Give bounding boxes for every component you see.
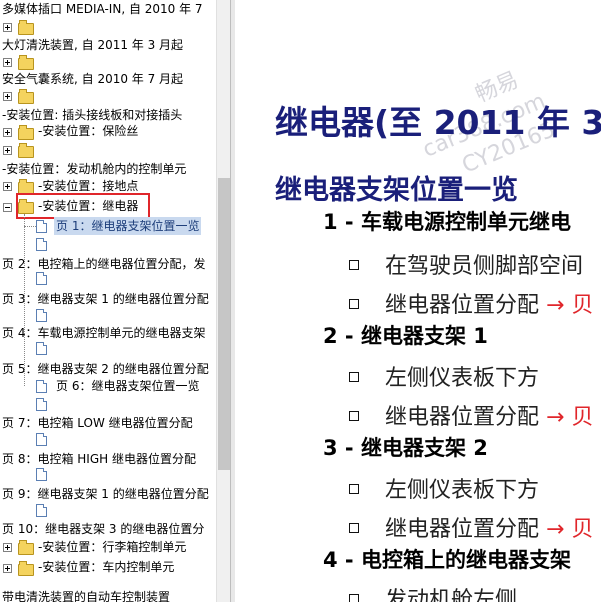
tree-item-cleaning-device[interactable]: 带电清洗装置的自动车控制装置 — [2, 588, 170, 602]
tree-item-page-2[interactable]: 页 2：电控箱上的继电器位置分配，发 — [2, 255, 205, 273]
folder-icon — [18, 20, 34, 35]
tree-item-page-1[interactable]: 页 1：继电器支架位置一览 — [54, 217, 202, 235]
expand-icon[interactable] — [3, 564, 12, 573]
page-icon — [36, 468, 47, 481]
section-heading: 4 - 电控箱上的继电器支架 — [323, 548, 571, 572]
bullet-icon — [349, 372, 359, 382]
section-heading: 2 - 继电器支架 1 — [323, 324, 488, 348]
folder-icon — [18, 561, 34, 576]
folder-icon — [18, 143, 34, 158]
collapse-icon[interactable] — [3, 203, 12, 212]
bullet-icon — [349, 484, 359, 494]
link-arrow[interactable]: → 贝 — [546, 517, 593, 542]
page-icon — [36, 272, 47, 285]
list-item: 继电器位置分配 → 贝 — [349, 287, 593, 319]
tree-item-label: -安装位置：保险丝 — [38, 124, 139, 138]
scrollbar-thumb[interactable] — [218, 178, 230, 470]
tree-item-label: -安装位置：车内控制单元 — [38, 560, 175, 574]
tree-item-label: 页 2：电控箱上的继电器位置分配，发 — [2, 257, 206, 271]
expand-icon[interactable] — [3, 23, 12, 32]
list-item: 继电器位置分配 → 贝 — [349, 511, 593, 543]
tree-item-page-3[interactable]: 页 3：继电器支架 1 的继电器位置分配 — [2, 290, 209, 308]
tree-item-label: -安装位置：行李箱控制单元 — [38, 540, 187, 554]
page-icon — [36, 398, 47, 411]
navigation-tree: 多媒体插口 MEDIA-IN, 自 2010 年 7 大灯清洗装置, 自 201… — [0, 0, 216, 602]
highlight-box — [16, 193, 150, 219]
link-arrow[interactable]: → 贝 — [546, 293, 593, 318]
tree-item-page-6[interactable]: 页 6：继电器支架位置一览 — [56, 377, 199, 395]
tree-item-label: 页 1：继电器支架位置一览 — [56, 219, 200, 233]
list-item: 继电器位置分配 → 贝 — [349, 399, 593, 431]
document-pane: 畅易 car388.com CY20165 继电器(至 2011 年 3 继电器… — [235, 0, 601, 602]
section-heading: 1 - 车载电源控制单元继电 — [323, 210, 571, 234]
page-icon — [36, 309, 47, 322]
tree-item-label: 页 3：继电器支架 1 的继电器位置分配 — [2, 292, 209, 306]
tree-item-label: 页 5：继电器支架 2 的继电器位置分配 — [2, 362, 209, 376]
tree-item-label: 带电清洗装置的自动车控制装置 — [2, 590, 171, 602]
tree-item-page-4[interactable]: 页 4：车载电源控制单元的继电器支架 — [2, 324, 205, 342]
link-arrow[interactable]: → 贝 — [546, 405, 593, 430]
bullet-icon — [349, 411, 359, 421]
folder-icon — [18, 55, 34, 70]
tree-item-airbag[interactable]: 安全气囊系统, 自 2010 年 7 月起 — [2, 70, 183, 88]
folder-icon — [18, 540, 34, 555]
tree-item-page-7[interactable]: 页 7：电控箱 LOW 继电器位置分配 — [2, 414, 193, 432]
tree-item-label: 页 9：继电器支架 1 的继电器位置分配 — [2, 487, 209, 501]
tree-item-page-10[interactable]: 页 10：继电器支架 3 的继电器位置分 — [2, 520, 204, 538]
list-item: 在驾驶员侧脚部空间 — [349, 248, 583, 280]
bullet-icon — [349, 594, 359, 602]
expand-icon[interactable] — [3, 128, 12, 137]
tree-item-label: -安装位置：发动机舱内的控制单元 — [2, 162, 187, 176]
folder-icon — [18, 125, 34, 140]
tree-item-label: 页 7：电控箱 LOW 继电器位置分配 — [2, 416, 193, 430]
bullet-icon — [349, 299, 359, 309]
bullet-icon — [349, 523, 359, 533]
tree-item-label: 多媒体插口 MEDIA-IN, 自 2010 年 7 — [2, 2, 203, 16]
page-icon — [36, 342, 47, 355]
list-item: 左侧仪表板下方 — [349, 472, 539, 504]
bullet-icon — [349, 260, 359, 270]
expand-icon[interactable] — [3, 92, 12, 101]
list-item: 左侧仪表板下方 — [349, 360, 539, 392]
expand-icon[interactable] — [3, 543, 12, 552]
tree-item-label: 页 6：继电器支架位置一览 — [56, 379, 200, 393]
page-icon — [36, 238, 47, 251]
section-heading: 3 - 继电器支架 2 — [323, 436, 488, 460]
tree-item-label: 页 10：继电器支架 3 的继电器位置分 — [2, 522, 205, 536]
tree-item-interior-control-unit[interactable]: -安装位置：车内控制单元 — [38, 558, 174, 576]
expand-icon[interactable] — [3, 146, 12, 155]
page-icon — [36, 433, 47, 446]
tree-item-label: 页 8：电控箱 HIGH 继电器位置分配 — [2, 452, 196, 466]
page-icon — [36, 380, 47, 393]
tree-scrollbar[interactable] — [216, 0, 231, 602]
expand-icon[interactable] — [3, 58, 12, 67]
tree-item-engine-control-units[interactable]: -安装位置：发动机舱内的控制单元 — [2, 160, 186, 178]
tree-item-label: -安装位置：接地点 — [38, 179, 139, 193]
tree-item-label: 安全气囊系统, 自 2010 年 7 月起 — [2, 72, 184, 86]
tree-item-page-8[interactable]: 页 8：电控箱 HIGH 继电器位置分配 — [2, 450, 196, 468]
page-title: 继电器(至 2011 年 3 — [275, 103, 601, 142]
tree-item-fuses[interactable]: -安装位置：保险丝 — [38, 122, 138, 140]
tree-item-headlight-washer[interactable]: 大灯清洗装置, 自 2011 年 3 月起 — [2, 36, 183, 54]
tree-item-media-in[interactable]: 多媒体插口 MEDIA-IN, 自 2010 年 7 — [2, 0, 203, 18]
tree-item-trunk-control-unit[interactable]: -安装位置：行李箱控制单元 — [38, 538, 186, 556]
folder-icon — [18, 89, 34, 104]
tree-item-label: 页 4：车载电源控制单元的继电器支架 — [2, 326, 206, 340]
tree-item-label: 大灯清洗装置, 自 2011 年 3 月起 — [2, 38, 184, 52]
expand-icon[interactable] — [3, 182, 12, 191]
tree-item-label: -安装位置: 插头接线板和对接插头 — [2, 108, 183, 122]
tree-item-page-9[interactable]: 页 9：继电器支架 1 的继电器位置分配 — [2, 485, 209, 503]
section-title: 继电器支架位置一览 — [275, 175, 518, 206]
page-icon — [36, 220, 47, 233]
list-item: 发动机舱左侧 — [349, 582, 517, 602]
page-icon — [36, 504, 47, 517]
tree-item-page-5[interactable]: 页 5：继电器支架 2 的继电器位置分配 — [2, 360, 209, 378]
